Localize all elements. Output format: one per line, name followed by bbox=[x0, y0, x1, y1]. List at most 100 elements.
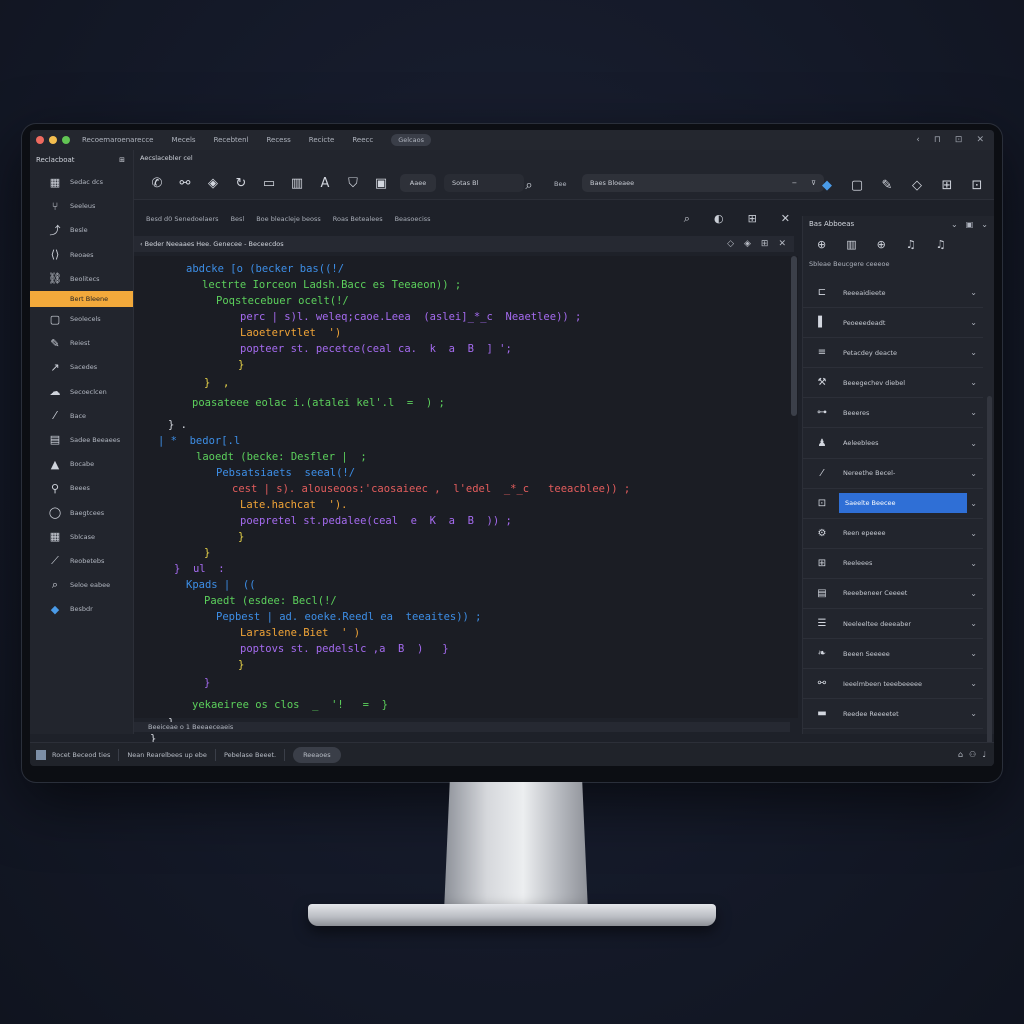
breadcrumb[interactable]: ‹ Beder Neeaaes Hee. Genecee - Beceecdos bbox=[140, 240, 284, 248]
text-icon[interactable]: A bbox=[314, 172, 336, 194]
code-editor[interactable]: abdcke [o (becker bas((!/ lectrte Iorceon… bbox=[134, 256, 790, 745]
panel-item[interactable]: ⊏ Reeeaidieete ⌄ bbox=[803, 278, 983, 309]
split-icon[interactable]: ◇ bbox=[727, 239, 734, 249]
sidebar-item[interactable]: ⟨⟩ Reoaes bbox=[30, 243, 133, 267]
panel-item[interactable]: ☰ Neeleeltee deeeaber ⌄ bbox=[803, 609, 983, 640]
panel-item[interactable]: ▌ Peoeeedeadt ⌄ bbox=[803, 308, 983, 339]
right-panel-scrollbar[interactable] bbox=[987, 396, 992, 766]
chevron-down-icon[interactable]: ⌄ bbox=[970, 378, 977, 387]
menu-item[interactable]: Recess bbox=[266, 136, 290, 144]
menu-item[interactable]: Reecc bbox=[352, 136, 373, 144]
chevron-down-icon[interactable]: ⌄ bbox=[970, 649, 977, 658]
close-icon[interactable]: ✕ bbox=[781, 212, 790, 226]
sidebar-item[interactable]: ⛓ Beolitecs bbox=[30, 267, 133, 291]
sidebar-item[interactable]: ▲ Bocabe bbox=[30, 452, 133, 476]
shield-icon[interactable]: ⛉ bbox=[342, 172, 364, 194]
home-icon[interactable]: ⌂ bbox=[958, 750, 963, 759]
panel-item[interactable]: ▤ Reeebeneer Ceeeet ⌄ bbox=[803, 579, 983, 610]
sidebar-item[interactable]: ⤴ Besle bbox=[30, 218, 133, 242]
pen-icon[interactable]: ✎ bbox=[876, 174, 898, 196]
chevron-down-icon[interactable]: ⌄ bbox=[970, 589, 977, 598]
chevron-down-icon[interactable]: ⌄ bbox=[970, 288, 977, 297]
chevron-down-icon[interactable]: ⌄ bbox=[951, 220, 958, 229]
editor-scrollbar[interactable] bbox=[790, 256, 798, 718]
chat-icon[interactable]: ▭ bbox=[258, 172, 280, 194]
minus-icon[interactable]: − bbox=[792, 179, 797, 187]
mode-field[interactable]: Aaee bbox=[400, 174, 436, 192]
sidebar-item[interactable]: ◆ Besbdr bbox=[30, 597, 133, 621]
panel-item[interactable]: ⊡ Saeelte Beecee ⌄ bbox=[803, 489, 983, 519]
sidebar-item[interactable]: ◯ Baegtcees bbox=[30, 500, 133, 524]
square-icon[interactable]: ▢ bbox=[846, 174, 868, 196]
sidebar-item[interactable]: ▦ Sedac dcs bbox=[30, 170, 133, 194]
panel-item[interactable]: ≡ Petacdey deacte ⌄ bbox=[803, 338, 983, 369]
status-pill[interactable]: Reeaoes bbox=[293, 746, 341, 763]
panel-item[interactable]: ⚙ Reen epeeee ⌄ bbox=[803, 519, 983, 549]
chevron-down-icon[interactable]: ⌄ bbox=[970, 469, 977, 478]
refresh-icon[interactable]: ↻ bbox=[230, 172, 252, 194]
sidebar-item[interactable]: ⁄ Bace bbox=[30, 404, 133, 428]
search-icon[interactable]: ⌕ bbox=[684, 212, 690, 226]
chevron-down-icon[interactable]: ⌄ bbox=[970, 439, 977, 448]
window-icon[interactable]: ▣ bbox=[966, 220, 974, 229]
close-dot[interactable] bbox=[36, 136, 44, 144]
tool-icon[interactable]: ♫ bbox=[936, 238, 946, 256]
tab[interactable]: Besd d0 Senedoelaers bbox=[146, 215, 219, 223]
panel-item[interactable]: ⚯ Ieeelmbeen teeebeeeee ⌄ bbox=[803, 669, 983, 700]
link-icon[interactable]: ⚯ bbox=[174, 172, 196, 194]
tool-icon[interactable]: ▥ bbox=[846, 238, 856, 256]
cube-icon[interactable]: ◆ bbox=[816, 174, 838, 196]
chevron-down-icon[interactable]: ⌄ bbox=[970, 709, 977, 718]
panel-item[interactable]: ⊞ Reeleees ⌄ bbox=[803, 549, 983, 579]
sidebar-item[interactable]: ⟋ Reobetebs bbox=[30, 549, 133, 573]
tab[interactable]: Besl bbox=[231, 215, 245, 223]
music-icon[interactable]: ♩ bbox=[982, 750, 986, 759]
status-field[interactable]: Sotas Bl bbox=[444, 174, 524, 192]
sidebar-item[interactable]: ⑂ Seeleus bbox=[30, 194, 133, 218]
image-icon[interactable]: ▣ bbox=[370, 172, 392, 194]
status-item[interactable]: Pebelase Beeet. bbox=[224, 751, 276, 759]
sidebar-item[interactable]: ↗ Sacedes bbox=[30, 355, 133, 379]
menu-item[interactable]: Recicte bbox=[309, 136, 335, 144]
panel-item[interactable]: ⚒ Beeegechev diebel ⌄ bbox=[803, 368, 983, 399]
chevron-down-icon[interactable]: ⌄ bbox=[970, 619, 977, 628]
panel-item[interactable]: ♟ Aeleeblees ⌄ bbox=[803, 428, 983, 459]
panel-item[interactable]: ⁄ Nereethe Becel- ⌄ bbox=[803, 459, 983, 489]
panel-item[interactable]: ▬ Reedee Reeeetet ⌄ bbox=[803, 699, 983, 730]
panel-item[interactable]: ⊶ Beeeres ⌄ bbox=[803, 398, 983, 429]
grid-icon[interactable]: ⊞ bbox=[936, 174, 958, 196]
chevron-down-icon[interactable]: ⌄ bbox=[981, 220, 988, 229]
crop-icon[interactable]: ⊡ bbox=[966, 174, 988, 196]
maximize-icon[interactable]: ⊡ bbox=[955, 135, 963, 145]
sidebar-item[interactable]: ⌕ Seloe eabee bbox=[30, 573, 133, 597]
settings-icon[interactable]: ◈ bbox=[744, 239, 751, 249]
chevron-down-icon[interactable]: ⌄ bbox=[970, 318, 977, 327]
phone-icon[interactable]: ✆ bbox=[146, 172, 168, 194]
chevron-down-icon[interactable]: ⌄ bbox=[970, 679, 977, 688]
sidebar-item[interactable]: Bert Bleene bbox=[30, 290, 133, 307]
chevron-down-icon[interactable]: ⌄ bbox=[970, 559, 977, 568]
sidebar-item[interactable]: ⚲ Beees bbox=[30, 476, 133, 500]
chevron-down-icon[interactable]: ⌄ bbox=[970, 408, 977, 417]
sidebar-item[interactable]: ▤ Sadee Beeaees bbox=[30, 428, 133, 452]
sidebar-item[interactable]: ✎ Reiest bbox=[30, 331, 133, 355]
search-input[interactable]: Baes Bloeaee − ⊽ bbox=[582, 174, 824, 192]
tool-icon[interactable]: ♫ bbox=[906, 238, 916, 256]
tool-icon[interactable]: ⊕ bbox=[817, 238, 826, 256]
sidebar-item[interactable]: ☁ Secoeclcen bbox=[30, 380, 133, 404]
panel-item[interactable]: ❧ Beeen Seeeee ⌄ bbox=[803, 639, 983, 670]
sidebar-item[interactable]: ▦ Sblcase bbox=[30, 525, 133, 549]
sidebar-toggle-icon[interactable]: ⊞ bbox=[119, 156, 125, 164]
layout-icon[interactable]: ⊞ bbox=[761, 239, 769, 249]
menu-item[interactable]: Recebtenl bbox=[214, 136, 249, 144]
status-item[interactable]: Nean Rearelbees up ebe bbox=[127, 751, 207, 759]
close-icon[interactable]: ✕ bbox=[976, 135, 984, 145]
palette-icon[interactable]: ◐ bbox=[714, 212, 724, 226]
grid-icon[interactable]: ⊞ bbox=[748, 212, 757, 226]
menu-item[interactable]: Mecels bbox=[171, 136, 195, 144]
tab[interactable]: Beasoeciss bbox=[395, 215, 431, 223]
scrollbar-thumb[interactable] bbox=[791, 256, 797, 416]
diamond-icon[interactable]: ◇ bbox=[906, 174, 928, 196]
maximize-dot[interactable] bbox=[62, 136, 70, 144]
tool-icon[interactable]: ⊕ bbox=[877, 238, 886, 256]
